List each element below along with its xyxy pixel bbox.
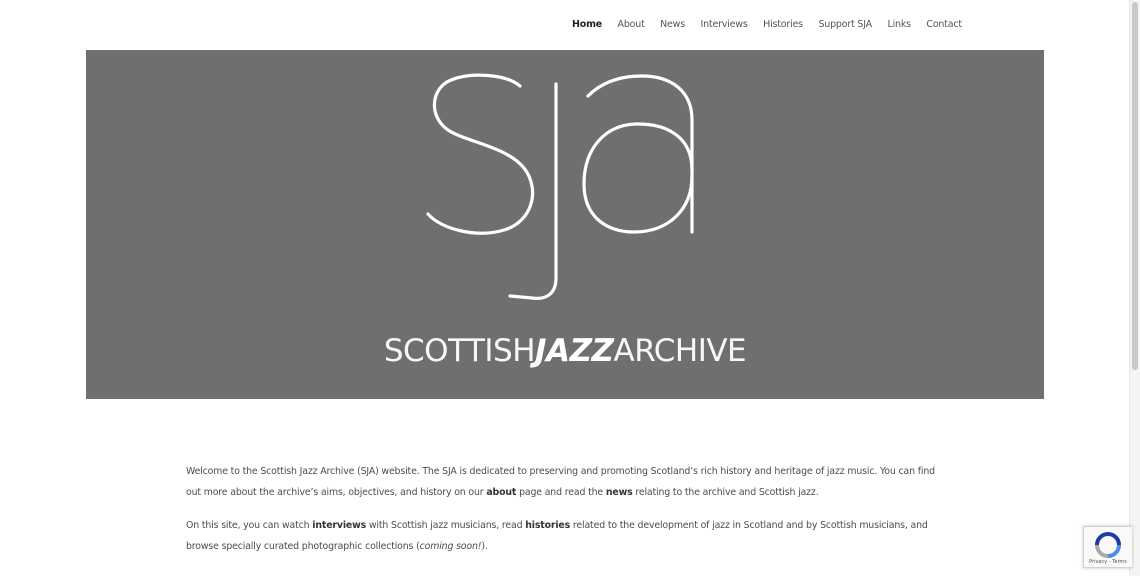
wordmark: SCOTTISHJAZZARCHIVE: [86, 336, 1044, 367]
intro-paragraph-2: On this site, you can watch interviews w…: [186, 516, 946, 557]
page-scrollbar[interactable]: [1129, 0, 1140, 576]
recaptcha-label[interactable]: Privacy - Terms: [1084, 559, 1132, 565]
intro-text: page and read the: [516, 486, 606, 498]
nav-item-links[interactable]: Links: [887, 19, 911, 30]
intro-paragraph-1: Welcome to the Scottish Jazz Archive (SJ…: [186, 462, 946, 503]
coming-soon-text: coming soon!: [419, 540, 482, 552]
news-link[interactable]: news: [606, 487, 633, 498]
recaptcha-badge[interactable]: Privacy - Terms: [1083, 526, 1132, 568]
nav-item-about[interactable]: About: [618, 19, 645, 30]
intro-text: relating to the archive and Scottish jaz…: [632, 486, 819, 498]
scrollbar-thumb[interactable]: [1132, 2, 1138, 370]
logo-letter-a-stem: [586, 74, 694, 234]
interviews-link[interactable]: interviews: [312, 520, 366, 531]
nav-item-news[interactable]: News: [660, 19, 685, 30]
nav-item-contact[interactable]: Contact: [926, 19, 962, 30]
nav-item-interviews[interactable]: Interviews: [701, 19, 748, 30]
logo-letter-a-bowl: [582, 122, 694, 234]
intro-text: ).: [481, 540, 488, 552]
intro-content: Welcome to the Scottish Jazz Archive (SJ…: [186, 462, 946, 570]
about-link[interactable]: about: [486, 487, 516, 498]
histories-link[interactable]: histories: [525, 520, 570, 531]
wordmark-archive: ARCHIVE: [613, 333, 747, 369]
intro-text: On this site, you can watch: [186, 520, 313, 531]
hero-banner: SCOTTISHJAZZARCHIVE: [86, 50, 1044, 399]
main-nav: Home About News Interviews Histories Sup…: [572, 19, 962, 30]
nav-item-home[interactable]: Home: [572, 19, 602, 30]
intro-text: with Scottish jazz musicians, read: [366, 520, 526, 531]
wordmark-scottish: SCOTTISH: [383, 333, 536, 369]
logo-letter-s: [426, 73, 535, 235]
wordmark-jazz: JAZZ: [535, 333, 614, 369]
recaptcha-icon: [1095, 532, 1121, 558]
nav-item-histories[interactable]: Histories: [763, 19, 803, 30]
nav-item-support-sja[interactable]: Support SJA: [818, 19, 872, 30]
